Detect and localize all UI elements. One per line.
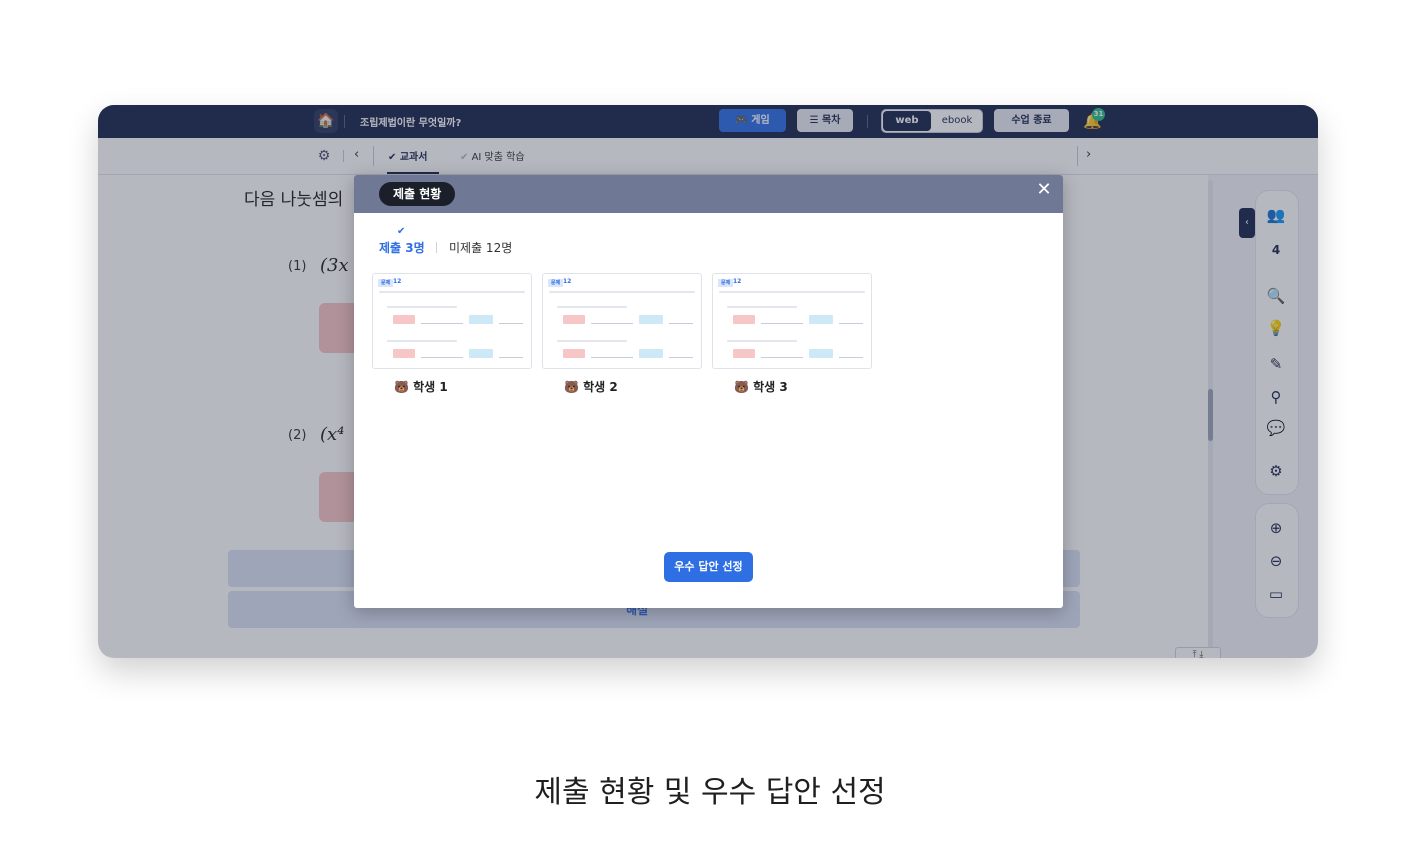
hint-box [639, 315, 663, 324]
answer-line [591, 357, 633, 358]
student-name: 🐻 학생 2 [564, 380, 618, 394]
answer-line [839, 323, 863, 324]
pick-best-answer-button[interactable]: 우수 답안 선정 [664, 552, 753, 582]
answer-box [393, 349, 415, 358]
student-name: 🐻 학생 3 [734, 380, 788, 394]
tab-unsubmitted[interactable]: 미제출 12명 [449, 239, 512, 256]
answer-box [733, 315, 755, 324]
hint-box [809, 349, 833, 358]
text-line [379, 291, 525, 293]
text-line [549, 291, 695, 293]
text-line [387, 306, 457, 308]
problem-tag: 문제 [548, 279, 564, 287]
hint-box [469, 349, 493, 358]
modal-header: 제출 현황 ✕ [354, 175, 1063, 213]
close-icon[interactable]: ✕ [1033, 179, 1055, 201]
problem-number: 12 [733, 278, 742, 285]
submission-status-modal: 제출 현황 ✕ ✔ 제출 3명 미제출 12명 문제 12 🐻 학생 1 문제 [354, 175, 1063, 608]
page-caption: 제출 현황 및 우수 답안 선정 [534, 775, 886, 810]
problem-number: 12 [563, 278, 572, 285]
text-line [719, 291, 865, 293]
tab-submitted[interactable]: 제출 3명 [379, 239, 425, 256]
answer-box [393, 315, 415, 324]
submission-thumbnail[interactable]: 문제 12 [372, 273, 532, 369]
answer-line [761, 357, 803, 358]
submission-thumbnail[interactable]: 문제 12 [542, 273, 702, 369]
answer-box [563, 349, 585, 358]
answer-line [669, 323, 693, 324]
answer-line [421, 323, 463, 324]
text-line [727, 306, 797, 308]
hint-box [639, 349, 663, 358]
problem-number: 12 [393, 278, 402, 285]
submission-thumbnail[interactable]: 문제 12 [712, 273, 872, 369]
text-line [557, 340, 627, 342]
answer-line [669, 357, 693, 358]
modal-title: 제출 현황 [379, 182, 456, 206]
text-line [557, 306, 627, 308]
divider [436, 242, 437, 253]
hint-box [469, 315, 493, 324]
answer-line [761, 323, 803, 324]
answer-line [499, 323, 523, 324]
problem-tag: 문제 [718, 279, 734, 287]
problem-tag: 문제 [378, 279, 394, 287]
student-name: 🐻 학생 1 [394, 380, 448, 394]
text-line [387, 340, 457, 342]
answer-box [563, 315, 585, 324]
text-line [727, 340, 797, 342]
hint-box [809, 315, 833, 324]
answer-line [591, 323, 633, 324]
answer-line [421, 357, 463, 358]
app-window: 🏠 조립제법이란 무엇일까? 🎮 게임 ☰ 목차 web ebook 수업 종료… [98, 105, 1318, 658]
answer-line [839, 357, 863, 358]
answer-line [499, 357, 523, 358]
check-icon: ✔ [397, 226, 406, 237]
answer-box [733, 349, 755, 358]
